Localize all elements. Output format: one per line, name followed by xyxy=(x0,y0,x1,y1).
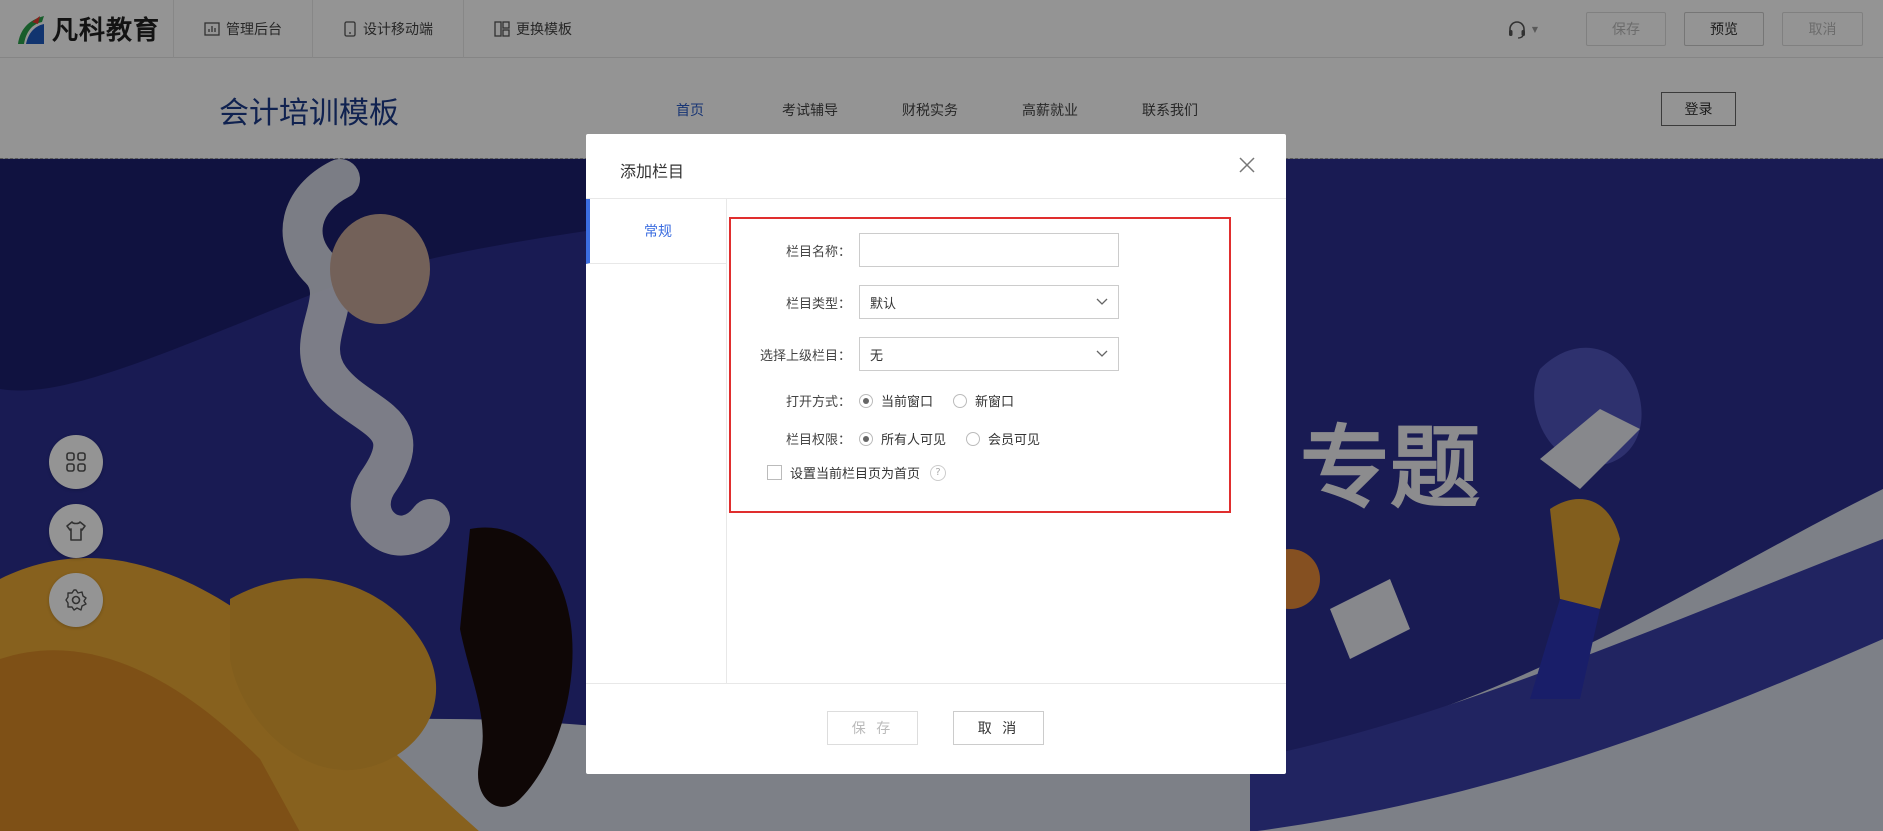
field-permission-row: 栏目权限： 所有人可见 会员可见 xyxy=(731,429,1060,448)
tab-general[interactable]: 常规 xyxy=(586,199,726,264)
field-homepage-row: 设置当前栏目页为首页 ? xyxy=(767,463,947,482)
open-label: 打开方式： xyxy=(785,395,851,410)
column-type-select[interactable]: 默认 xyxy=(859,285,1119,319)
close-button[interactable] xyxy=(1238,156,1256,174)
type-label: 栏目类型： xyxy=(785,296,851,312)
permission-label: 栏目权限： xyxy=(785,433,851,448)
column-type-value: 默认 xyxy=(870,296,897,312)
dialog-sidebar: 常规 xyxy=(586,199,727,684)
parent-label: 选择上级栏目： xyxy=(759,348,851,364)
radio-new-window[interactable]: 新窗口 xyxy=(953,391,1014,410)
parent-column-select[interactable]: 无 xyxy=(859,337,1119,371)
set-homepage-label: 设置当前栏目页为首页 xyxy=(790,467,921,482)
radio-indicator xyxy=(859,393,873,408)
field-parent-row: 选择上级栏目： 无 xyxy=(731,337,1119,371)
field-name-row: 栏目名称： xyxy=(731,233,1119,267)
radio-current-window[interactable]: 当前窗口 xyxy=(859,391,933,410)
help-icon[interactable]: ? xyxy=(930,464,947,481)
column-form: 栏目名称： 栏目类型： 默认 选择上级栏目： 无 打开方式： 当前窗口 新窗口 … xyxy=(729,217,1231,513)
set-homepage-checkbox[interactable] xyxy=(767,465,782,480)
add-column-dialog: 添加栏目 常规 栏目名称： 栏目类型： 默认 选择上级栏目： 无 打开方式： 当… xyxy=(586,134,1286,774)
radio-indicator xyxy=(966,431,981,446)
parent-column-value: 无 xyxy=(870,348,884,364)
dialog-cancel-button[interactable]: 取 消 xyxy=(953,711,1044,745)
radio-indicator xyxy=(859,431,873,446)
radio-members[interactable]: 会员可见 xyxy=(966,429,1040,448)
radio-indicator xyxy=(953,393,968,408)
close-icon xyxy=(1239,157,1255,173)
column-name-input[interactable] xyxy=(859,233,1119,267)
radio-everyone[interactable]: 所有人可见 xyxy=(859,429,946,448)
chevron-down-icon xyxy=(1096,350,1108,357)
radio-everyone-label: 所有人可见 xyxy=(881,433,947,448)
dialog-title: 添加栏目 xyxy=(620,162,685,181)
radio-current-window-label: 当前窗口 xyxy=(881,395,934,410)
radio-new-window-label: 新窗口 xyxy=(975,395,1015,410)
field-type-row: 栏目类型： 默认 xyxy=(731,285,1119,319)
dialog-save-button[interactable]: 保 存 xyxy=(827,711,918,745)
dialog-footer: 保 存 取 消 xyxy=(586,683,1286,774)
name-label: 栏目名称： xyxy=(785,244,851,260)
radio-members-label: 会员可见 xyxy=(988,433,1041,448)
chevron-down-icon xyxy=(1096,298,1108,305)
field-open-row: 打开方式： 当前窗口 新窗口 xyxy=(731,391,1034,410)
dialog-header: 添加栏目 xyxy=(586,134,1286,199)
